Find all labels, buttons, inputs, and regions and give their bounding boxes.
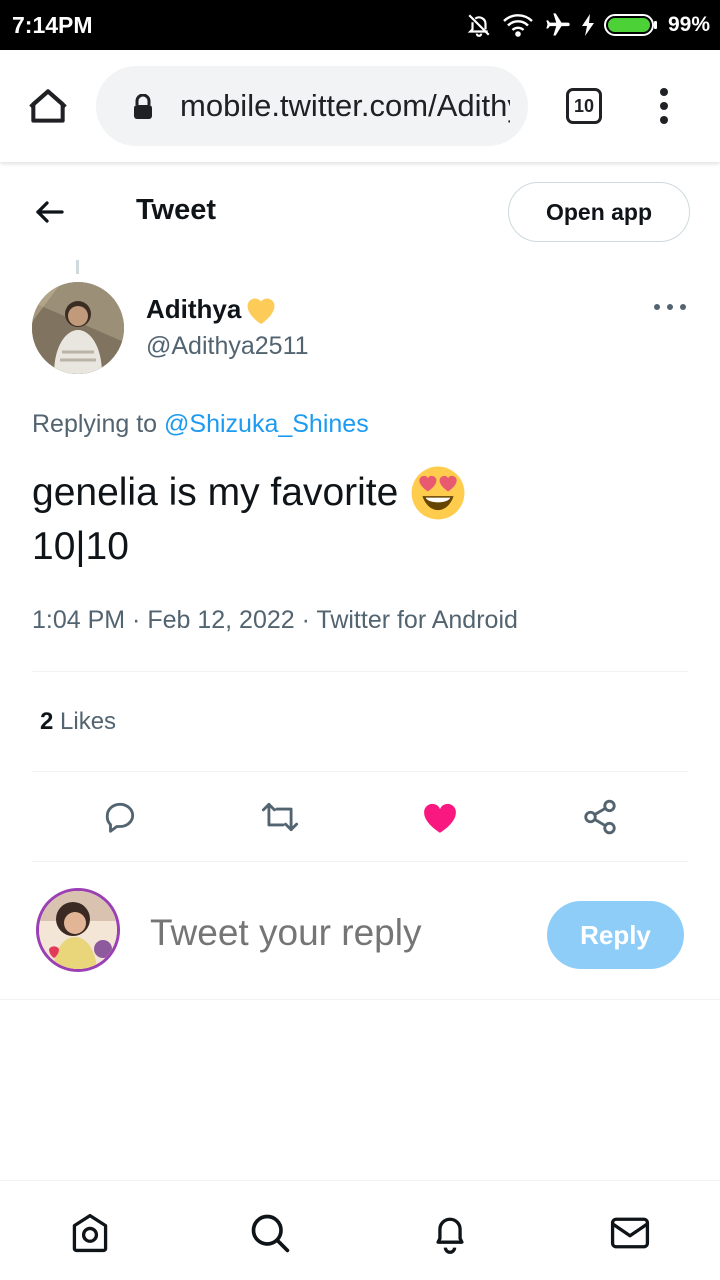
- divider: [32, 671, 688, 672]
- tweet-text-line-1: genelia is my favorite: [32, 471, 399, 514]
- more-vert-icon[interactable]: [654, 88, 674, 124]
- search-icon: [251, 1214, 290, 1253]
- airplane-icon: [546, 13, 570, 36]
- charging-icon: [581, 14, 594, 36]
- likes-label: Likes: [53, 708, 117, 735]
- nav-messages-button[interactable]: [608, 1211, 652, 1255]
- likes-number: 2: [40, 708, 54, 735]
- battery-icon: [603, 14, 657, 36]
- share-action-button[interactable]: [575, 792, 625, 842]
- page-header: Tweet Open app: [0, 162, 720, 260]
- avatar-image: [39, 891, 117, 969]
- open-app-button[interactable]: Open app: [508, 182, 690, 242]
- replying-to-mention[interactable]: @Shizuka_Shines: [164, 410, 369, 438]
- likes-count[interactable]: 2 Likes: [40, 708, 116, 736]
- replying-prefix: Replying to: [32, 410, 165, 438]
- author-name-text: Adithya: [146, 293, 242, 324]
- divider: [0, 999, 720, 1000]
- more-options-icon[interactable]: [654, 304, 686, 314]
- home-icon: [72, 1213, 108, 1253]
- tab-switcher-button[interactable]: 10: [566, 88, 602, 124]
- address-bar[interactable]: mobile.twitter.com/Adithya2511: [96, 66, 528, 146]
- current-user-avatar: [36, 888, 120, 972]
- back-button[interactable]: [32, 194, 68, 230]
- messages-icon: [610, 1217, 650, 1249]
- browser-toolbar: mobile.twitter.com/Adithya2511 10: [0, 50, 720, 162]
- divider: [32, 771, 688, 772]
- reply-input[interactable]: [150, 912, 530, 954]
- thread-line: [76, 260, 79, 274]
- page-title: Tweet: [136, 194, 217, 226]
- retweet-icon: [261, 802, 299, 832]
- lock-icon: [134, 94, 152, 119]
- status-time: 7:14PM: [12, 12, 93, 38]
- heart-eyes-emoji-icon: [411, 466, 465, 520]
- avatar-image: [32, 282, 124, 374]
- notifications-off-icon: [467, 14, 490, 37]
- like-action-button[interactable]: [415, 792, 465, 842]
- notifications-icon: [436, 1217, 464, 1254]
- url-text: mobile.twitter.com/Adithya2511: [180, 88, 510, 123]
- status-icons: 99%: [466, 10, 710, 40]
- tweet-meta[interactable]: 1:04 PM · Feb 12, 2022 · Twitter for And…: [32, 606, 518, 635]
- tweet-text-line-2: 10|10: [32, 525, 129, 568]
- divider: [32, 861, 688, 862]
- home-icon: [29, 89, 67, 123]
- nav-notifications-button[interactable]: [428, 1211, 472, 1255]
- like-heart-icon: [424, 803, 456, 833]
- share-icon: [584, 799, 616, 835]
- tweet-actions: [0, 792, 720, 842]
- nav-home-button[interactable]: [68, 1211, 112, 1255]
- author-handle: @Adithya2511: [146, 332, 309, 360]
- author-avatar[interactable]: [32, 282, 124, 374]
- replying-to: Replying to @Shizuka_Shines: [32, 410, 369, 439]
- nav-search-button[interactable]: [248, 1211, 292, 1255]
- bottom-nav: [0, 1180, 720, 1280]
- tweet-text: genelia is my favorite 10|10: [32, 466, 466, 574]
- home-button[interactable]: [26, 84, 70, 128]
- yellow-heart-icon: [247, 298, 275, 324]
- reply-icon: [105, 802, 135, 833]
- back-arrow-icon: [36, 201, 64, 223]
- author-name[interactable]: Adithya: [146, 292, 279, 326]
- wifi-icon: [503, 14, 533, 37]
- battery-percentage: 99%: [667, 13, 710, 36]
- status-bar: 7:14PM 99%: [0, 0, 720, 50]
- reply-action-button[interactable]: [95, 792, 145, 842]
- retweet-action-button[interactable]: [255, 792, 305, 842]
- reply-button[interactable]: Reply: [547, 901, 684, 969]
